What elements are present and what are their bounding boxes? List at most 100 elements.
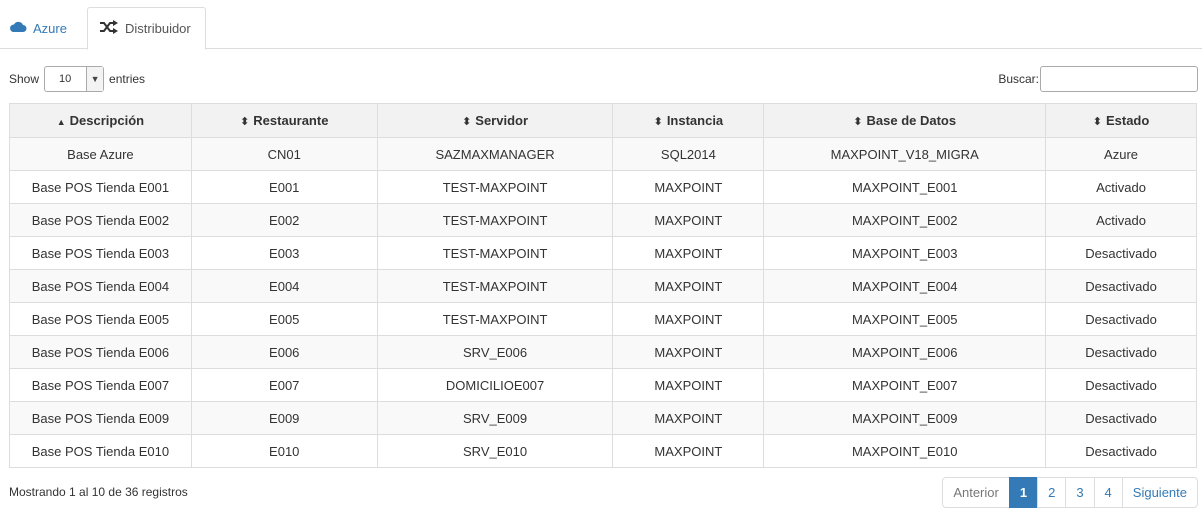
cell-base-de-datos: MAXPOINT_E001 (763, 170, 1047, 204)
cell-servidor: TEST-MAXPOINT (376, 302, 614, 336)
pagination: Anterior 1 2 3 4 Siguiente (942, 477, 1198, 508)
cell-estado: Desactivado (1045, 401, 1197, 435)
search-label: Buscar: (998, 72, 1039, 86)
cell-instancia: MAXPOINT (612, 269, 765, 303)
table-row[interactable]: Base POS Tienda E006 E006 SRV_E006 MAXPOINT… (9, 335, 1197, 369)
cell-instancia: MAXPOINT (612, 236, 765, 270)
cell-restaurante: E002 (190, 203, 378, 237)
column-header-restaurante[interactable]: ⬍ Restaurante (190, 103, 378, 138)
tab-azure-label: Azure (33, 20, 67, 36)
column-header-descripcion[interactable]: ▲ Descripción (9, 103, 192, 138)
cell-servidor: TEST-MAXPOINT (376, 236, 614, 270)
cell-base-de-datos: MAXPOINT_E005 (763, 302, 1047, 336)
page-size-value: 10 (59, 73, 72, 85)
cell-estado: Azure (1045, 137, 1197, 171)
cell-restaurante: E004 (190, 269, 378, 303)
column-header-servidor[interactable]: ⬍ Servidor (376, 103, 614, 138)
cell-descripcion: Base Azure (9, 137, 192, 171)
cell-base-de-datos: MAXPOINT_E003 (763, 236, 1047, 270)
cell-instancia: MAXPOINT (612, 335, 765, 369)
column-label: Estado (1105, 113, 1150, 128)
table-row[interactable]: Base POS Tienda E002 E002 TEST-MAXPOINT MAX… (9, 203, 1197, 237)
cell-servidor: DOMICILIOE007 (376, 368, 614, 402)
tab-azure[interactable]: Azure (9, 7, 67, 49)
cell-restaurante: CN01 (190, 137, 378, 171)
column-label: Base de Datos (866, 113, 957, 128)
pagination-page-4[interactable]: 4 (1093, 477, 1123, 508)
cell-descripcion: Base POS Tienda E004 (9, 269, 192, 303)
cell-estado: Desactivado (1045, 269, 1197, 303)
cell-descripcion: Base POS Tienda E002 (9, 203, 192, 237)
table-controls: Show 10 ▼ entries Buscar: (9, 66, 1198, 92)
chevron-down-icon[interactable]: ▼ (86, 67, 104, 91)
cell-servidor: SRV_E009 (376, 401, 614, 435)
pagination-page-1[interactable]: 1 (1008, 477, 1039, 508)
cell-estado: Desactivado (1045, 302, 1197, 336)
cell-restaurante: E006 (190, 335, 378, 369)
cell-instancia: MAXPOINT (612, 302, 765, 336)
cell-descripcion: Base POS Tienda E003 (9, 236, 192, 270)
cell-estado: Activado (1045, 170, 1197, 204)
cell-base-de-datos: MAXPOINT_E002 (763, 203, 1047, 237)
cell-restaurante: E009 (190, 401, 378, 435)
cell-restaurante: E005 (190, 302, 378, 336)
table-row[interactable]: Base POS Tienda E001 E001 TEST-MAXPOINT MAX… (9, 170, 1197, 204)
cell-estado: Desactivado (1045, 434, 1197, 468)
cell-base-de-datos: MAXPOINT_E010 (763, 434, 1047, 468)
tab-distribuidor[interactable]: Distribuidor (87, 7, 206, 50)
sort-icon: ⬍ (462, 116, 472, 128)
cell-base-de-datos: MAXPOINT_E004 (763, 269, 1047, 303)
table-row[interactable]: Base Azure CN01 SAZMAXMANAGER SQL2014 MAXPOI… (9, 137, 1197, 171)
table-row[interactable]: Base POS Tienda E003 E003 TEST-MAXPOINT MAX… (9, 236, 1197, 270)
page-size-select[interactable]: 10 ▼ (44, 66, 105, 92)
cell-restaurante: E001 (190, 170, 378, 204)
table-row[interactable]: Base POS Tienda E007 E007 DOMICILIOE007 MAX… (9, 368, 1197, 402)
cell-base-de-datos: MAXPOINT_E009 (763, 401, 1047, 435)
cell-descripcion: Base POS Tienda E010 (9, 434, 192, 468)
cell-estado: Desactivado (1045, 368, 1197, 402)
pagination-next[interactable]: Siguiente (1121, 477, 1198, 508)
tab-distribuidor-label: Distribuidor (125, 21, 191, 36)
data-table: ▲ Descripción ⬍ Restaurante ⬍ Servidor ⬍ Ins… (9, 103, 1197, 468)
cell-descripcion: Base POS Tienda E001 (9, 170, 192, 204)
table-row[interactable]: Base POS Tienda E005 E005 TEST-MAXPOINT MAX… (9, 302, 1197, 336)
cell-instancia: MAXPOINT (612, 368, 765, 402)
cell-instancia: MAXPOINT (612, 203, 765, 237)
table-row[interactable]: Base POS Tienda E010 E010 SRV_E010 MAXPOINT… (9, 434, 1197, 468)
cell-servidor: SRV_E006 (376, 335, 614, 369)
column-header-base-de-datos[interactable]: ⬍ Base de Datos (763, 103, 1047, 138)
column-label: Descripción (69, 113, 145, 128)
column-label: Servidor (475, 113, 529, 128)
pagination-page-3[interactable]: 3 (1065, 477, 1095, 508)
cell-restaurante: E007 (190, 368, 378, 402)
cell-descripcion: Base POS Tienda E005 (9, 302, 192, 336)
show-label: Show (9, 72, 40, 86)
pagination-previous[interactable]: Anterior (942, 477, 1010, 508)
cell-servidor: SRV_E010 (376, 434, 614, 468)
table-info: Mostrando 1 al 10 de 36 registros (9, 485, 188, 499)
page-size-control: Show 10 ▼ entries (9, 66, 145, 92)
pagination-page-2[interactable]: 2 (1037, 477, 1067, 508)
table-row[interactable]: Base POS Tienda E009 E009 SRV_E009 MAXPOINT… (9, 401, 1197, 435)
search-input[interactable] (1040, 66, 1198, 92)
cell-descripcion: Base POS Tienda E007 (9, 368, 192, 402)
column-label: Instancia (666, 113, 724, 128)
cell-instancia: SQL2014 (612, 137, 765, 171)
cell-base-de-datos: MAXPOINT_E007 (763, 368, 1047, 402)
cell-descripcion: Base POS Tienda E006 (9, 335, 192, 369)
cell-servidor: TEST-MAXPOINT (376, 269, 614, 303)
table-row[interactable]: Base POS Tienda E004 E004 TEST-MAXPOINT MAX… (9, 269, 1197, 303)
sort-icon: ⬍ (653, 116, 663, 128)
column-header-estado[interactable]: ⬍ Estado (1045, 103, 1197, 138)
sort-asc-icon: ▲ (56, 117, 66, 127)
search-control: Buscar: (998, 66, 1198, 92)
cell-base-de-datos: MAXPOINT_E006 (763, 335, 1047, 369)
cell-restaurante: E010 (190, 434, 378, 468)
column-label: Restaurante (253, 113, 329, 128)
sort-icon: ⬍ (853, 116, 863, 128)
column-header-instancia[interactable]: ⬍ Instancia (612, 103, 765, 138)
cell-base-de-datos: MAXPOINT_V18_MIGRA (763, 137, 1047, 171)
tab-bar: Azure Distribuidor (0, 0, 1202, 50)
sort-icon: ⬍ (1092, 116, 1102, 128)
table-body: Base Azure CN01 SAZMAXMANAGER SQL2014 MAXPOI… (9, 137, 1197, 468)
